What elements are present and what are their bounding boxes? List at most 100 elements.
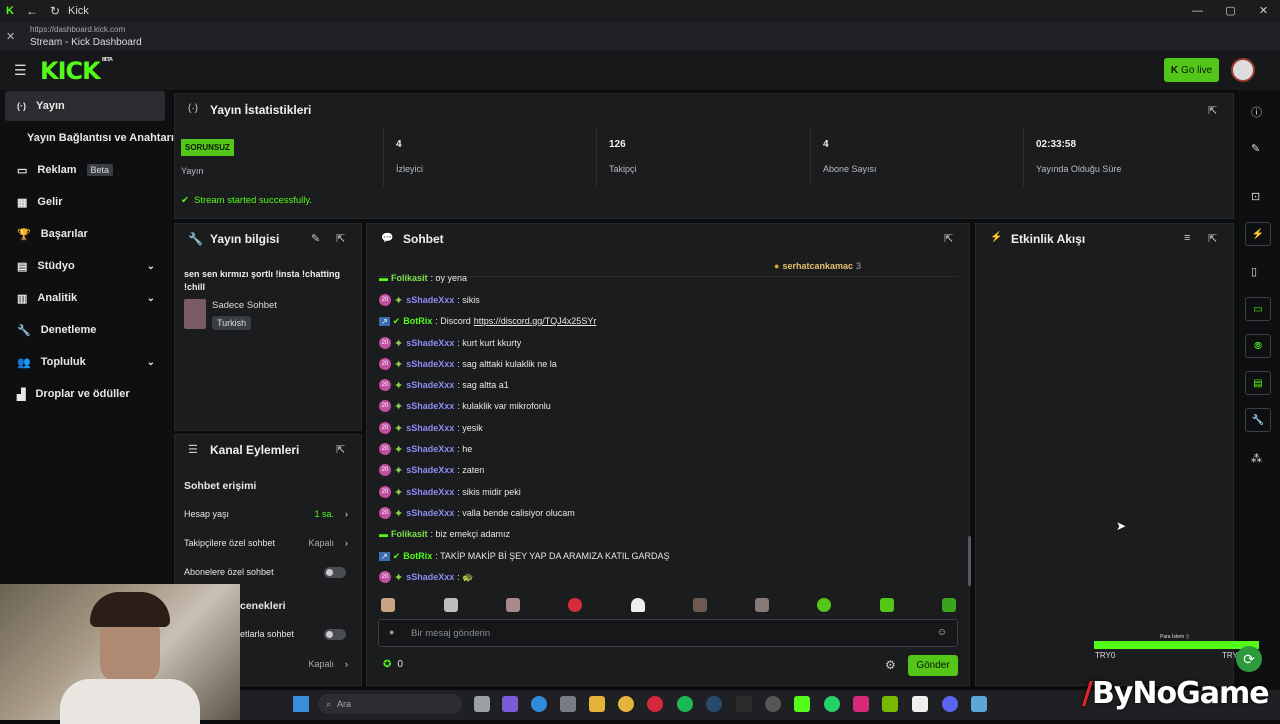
- broadcast-icon[interactable]: ⦾: [1245, 334, 1271, 358]
- chat-username[interactable]: sShadeXxx: [406, 401, 454, 411]
- kick-app-icon[interactable]: [794, 696, 810, 712]
- screenshot-icon[interactable]: ⊡: [1251, 190, 1260, 203]
- steam-icon[interactable]: [706, 696, 722, 712]
- chat-username[interactable]: sShadeXxx: [406, 465, 454, 475]
- popout-icon[interactable]: ⇱: [944, 232, 953, 245]
- windows-start-icon[interactable]: [293, 696, 309, 712]
- discord-link[interactable]: https://discord.gg/TQJ4x25SYr: [474, 316, 597, 326]
- chat-scrollbar[interactable]: [968, 536, 971, 586]
- folder-icon[interactable]: [589, 696, 605, 712]
- chat-username[interactable]: sShadeXxx: [406, 338, 454, 348]
- app-icon[interactable]: [971, 696, 987, 712]
- info-icon[interactable]: ⓘ: [1251, 104, 1262, 120]
- apps-icon[interactable]: ⁂: [1251, 452, 1262, 465]
- sidebar-item-basarilar[interactable]: 🏆 Başarılar: [5, 219, 165, 249]
- spotify-icon[interactable]: [677, 696, 693, 712]
- chat-username[interactable]: BotRix: [403, 316, 432, 326]
- back-icon[interactable]: ←: [26, 4, 38, 18]
- emote-icon[interactable]: [506, 598, 520, 612]
- chat-username[interactable]: sShadeXxx: [406, 380, 454, 390]
- popout-icon[interactable]: ⇱: [1208, 104, 1217, 117]
- taskbar-search[interactable]: ⌕ Ara: [318, 694, 462, 714]
- sidebar-item-droplar[interactable]: ▟ Droplar ve ödüller: [5, 379, 165, 409]
- refresh-icon[interactable]: ⟳: [1236, 646, 1262, 672]
- sparkle-icon: ✦: [394, 358, 404, 371]
- edge-icon[interactable]: [531, 696, 547, 712]
- chat-username[interactable]: sShadeXxx: [406, 295, 454, 305]
- task-view-icon[interactable]: [474, 696, 490, 712]
- emote-icon[interactable]: [755, 598, 769, 612]
- emote-icon[interactable]: [381, 598, 395, 612]
- g-app-icon[interactable]: [912, 696, 928, 712]
- donation-bar: [1094, 641, 1259, 649]
- chat-username[interactable]: Folikasit: [391, 529, 428, 539]
- layout-icon[interactable]: ▤: [1245, 371, 1271, 395]
- store-icon[interactable]: [560, 696, 576, 712]
- sidebar-item-gelir[interactable]: ▦ Gelir: [5, 187, 165, 217]
- edit-icon[interactable]: ✎: [311, 232, 320, 245]
- whatsapp-icon[interactable]: [824, 696, 840, 712]
- sidebar-item-topluluk[interactable]: 👥 Topluluk ⌄: [5, 347, 165, 377]
- subs-only-row[interactable]: Abonelere özel sohbet: [184, 562, 354, 582]
- emote-icon[interactable]: [444, 598, 458, 612]
- emote-icon[interactable]: [880, 598, 894, 612]
- popout-icon[interactable]: ⇱: [336, 443, 345, 456]
- chat-username[interactable]: sShadeXxx: [406, 487, 454, 497]
- menu-icon[interactable]: ☰: [14, 62, 27, 79]
- edit-icon[interactable]: ✎: [1251, 142, 1260, 155]
- emote-only-toggle[interactable]: [324, 628, 346, 640]
- wrench-icon[interactable]: 🔧: [1245, 408, 1271, 432]
- nvidia-icon[interactable]: [882, 696, 898, 712]
- sidebar-item-denetleme[interactable]: 🔧 Denetleme: [5, 315, 165, 345]
- emote-icon[interactable]: [817, 598, 831, 612]
- chat-username[interactable]: sShadeXxx: [406, 444, 454, 454]
- subs-only-toggle[interactable]: [324, 566, 346, 578]
- chat-username[interactable]: sShadeXxx: [406, 359, 454, 369]
- avatar[interactable]: [1231, 58, 1255, 82]
- discord-icon[interactable]: [942, 696, 958, 712]
- chat-username[interactable]: sShadeXxx: [406, 572, 454, 582]
- chat-username[interactable]: sShadeXxx: [406, 423, 454, 433]
- quick-action-lightning-icon[interactable]: ⚡: [1245, 222, 1271, 246]
- account-age-row[interactable]: Hesap yaşı 1 sa. ›: [184, 504, 354, 524]
- filter-icon[interactable]: ≡: [1184, 232, 1190, 244]
- sidebar-item-stream-key[interactable]: Yayın Bağlantısı ve Anahtarı: [5, 123, 175, 153]
- chrome-icon[interactable]: [618, 696, 634, 712]
- sidebar-item-reklam[interactable]: ▭ Reklam Beta: [5, 155, 165, 185]
- instagram-icon[interactable]: [853, 696, 869, 712]
- emote-icon[interactable]: [693, 598, 707, 612]
- go-live-button[interactable]: K Go live: [1164, 58, 1219, 82]
- emote-icon[interactable]: [942, 598, 956, 612]
- emoji-icon[interactable]: ☺: [937, 627, 947, 638]
- url-text[interactable]: https://dashboard.kick.com: [30, 25, 125, 34]
- chat-input[interactable]: ● Bir mesaj gönderin ☺: [378, 619, 958, 647]
- kick-logo[interactable]: KICK BETA: [40, 57, 113, 85]
- chat-bubble-icon[interactable]: ▭: [1245, 297, 1271, 321]
- close-tab-icon[interactable]: ✕: [6, 30, 15, 43]
- obs-icon[interactable]: [765, 696, 781, 712]
- gear-icon[interactable]: ⚙: [885, 658, 896, 672]
- epic-icon[interactable]: [736, 696, 752, 712]
- chat-username[interactable]: BotRix: [403, 551, 432, 561]
- minimize-icon[interactable]: —: [1181, 0, 1214, 22]
- widgets-icon[interactable]: [502, 696, 518, 712]
- stream-info-title: Yayın bilgisi: [210, 232, 280, 246]
- sidebar-item-studyo[interactable]: ▤ Stüdyo ⌄: [5, 251, 165, 281]
- chat-username[interactable]: sShadeXxx: [406, 508, 454, 518]
- send-button[interactable]: Gönder: [908, 655, 958, 676]
- close-window-icon[interactable]: ✕: [1247, 0, 1280, 22]
- category-name[interactable]: Sadece Sohbet: [212, 300, 277, 311]
- clipboard-icon[interactable]: ▯: [1251, 265, 1257, 278]
- emote-icon[interactable]: [568, 598, 582, 612]
- emote-picker-icon[interactable]: ●: [389, 627, 394, 637]
- opera-icon[interactable]: [647, 696, 663, 712]
- popout-icon[interactable]: ⇱: [1208, 232, 1217, 245]
- maximize-icon[interactable]: ▢: [1214, 0, 1247, 22]
- sidebar-item-yayin[interactable]: (·) Yayın: [5, 91, 165, 121]
- sidebar-item-analitik[interactable]: ▥ Analitik ⌄: [5, 283, 165, 313]
- channel-points[interactable]: ✪ 0: [383, 659, 403, 670]
- popout-icon[interactable]: ⇱: [336, 232, 345, 245]
- emote-icon[interactable]: [631, 598, 645, 612]
- followers-only-row[interactable]: Takipçilere özel sohbet Kapalı ›: [184, 533, 354, 553]
- reload-icon[interactable]: ↻: [50, 4, 60, 18]
